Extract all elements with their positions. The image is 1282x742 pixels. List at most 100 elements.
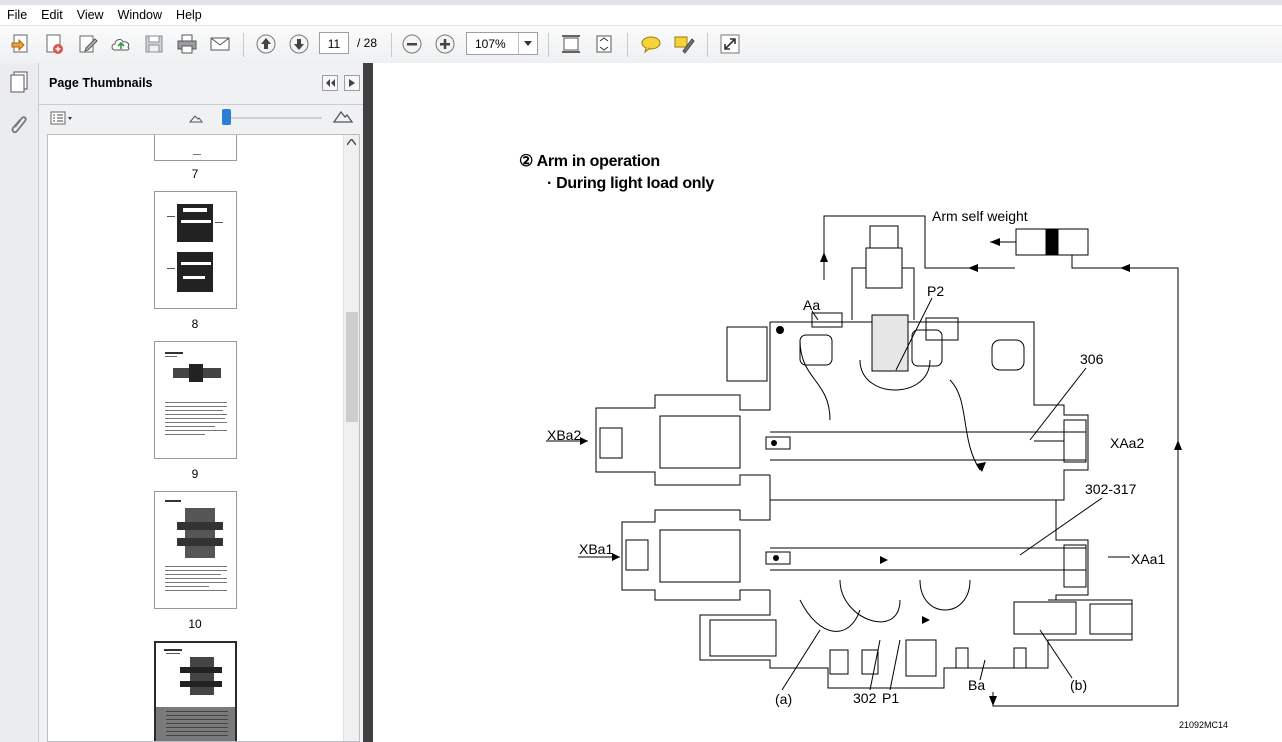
create-pdf-icon (46, 34, 63, 54)
toolbar-separator (391, 33, 392, 57)
email-icon (210, 37, 230, 51)
label-306: 306 (1080, 351, 1104, 367)
edit-icon (79, 35, 98, 53)
toolbar-separator (627, 33, 628, 57)
minus-icon (402, 34, 422, 54)
menu-edit[interactable]: Edit (34, 5, 70, 25)
panel-splitter[interactable] (363, 63, 373, 742)
panel-tools (39, 105, 363, 133)
collapse-panel-button[interactable] (322, 75, 338, 91)
label-xba2: XBa2 (547, 427, 581, 443)
thumbnail-size-slider[interactable] (222, 109, 231, 125)
thumbnail-size-track (222, 117, 322, 119)
chevron-up-icon[interactable] (347, 139, 356, 145)
page-total: / 28 (357, 36, 378, 50)
hydraulic-valve-diagram: Arm self weight Aa P2 306 XBa2 XAa2 302-… (546, 208, 1228, 730)
mountain-large-icon (332, 110, 354, 123)
fit-width-button[interactable] (558, 32, 584, 56)
label-302: 302 (853, 690, 877, 706)
highlight-button[interactable] (671, 32, 697, 56)
menu-help[interactable]: Help (169, 5, 209, 25)
label-xba1: XBa1 (579, 541, 613, 557)
print-button[interactable] (174, 32, 200, 56)
menu-view[interactable]: View (70, 5, 111, 25)
chevron-down-icon[interactable] (518, 33, 537, 54)
thumbnail-label: 7 (191, 167, 199, 181)
highlighter-icon (674, 36, 695, 54)
thumbnail-label: 9 (191, 467, 199, 481)
thumbnails-scrollbar[interactable] (343, 135, 359, 741)
pages-icon (10, 71, 28, 93)
fit-width-icon (562, 35, 580, 53)
email-button[interactable] (207, 32, 233, 56)
enlarge-thumbnails-button[interactable] (332, 109, 354, 126)
label-b: (b) (1070, 677, 1087, 693)
label-p2: P2 (927, 283, 944, 299)
zoom-select[interactable]: 107% (466, 32, 538, 55)
save-button[interactable] (141, 32, 167, 56)
chevron-right-icon (349, 79, 355, 87)
panel-header: Page Thumbnails (39, 63, 363, 105)
label-302-317: 302-317 (1085, 481, 1137, 497)
attachments-button[interactable] (6, 112, 32, 138)
previous-page-button[interactable] (253, 32, 279, 56)
label-xaa1: XAa1 (1131, 551, 1165, 567)
zoom-value: 107% (475, 37, 506, 51)
zoom-in-button[interactable] (432, 32, 458, 56)
plus-icon (435, 34, 455, 54)
mountain-small-icon (188, 115, 203, 123)
toolbar-separator (707, 33, 708, 57)
next-page-button[interactable] (286, 32, 312, 56)
panel-options-button[interactable] (344, 75, 360, 91)
zoom-out-button[interactable] (399, 32, 425, 56)
label-aa: Aa (803, 297, 820, 313)
comment-icon (641, 36, 661, 54)
label-p1: P1 (882, 690, 899, 706)
comment-button[interactable] (638, 32, 664, 56)
thumbnails-list: 7 8 9 10 (47, 134, 360, 742)
thumbnail-page-8[interactable] (154, 191, 237, 309)
upload-button[interactable] (108, 32, 134, 56)
open-button[interactable] (8, 32, 34, 56)
expand-icon (720, 34, 740, 54)
label-a: (a) (775, 691, 792, 707)
create-pdf-button[interactable] (41, 32, 67, 56)
full-screen-button[interactable] (717, 32, 743, 56)
thumbnail-label: 10 (188, 617, 202, 631)
document-view: ② Arm in operation · During light load o… (373, 63, 1282, 742)
arrow-up-icon (256, 34, 276, 54)
open-icon (11, 34, 28, 53)
toolbar: 11 / 28 107% (0, 25, 1282, 64)
thumbnail-page-9[interactable] (154, 341, 237, 459)
options-menu-button[interactable] (50, 110, 74, 126)
menu-bar: File Edit View Window Help (0, 5, 1282, 25)
shrink-thumbnails-button[interactable] (188, 112, 203, 126)
thumbnail-page-11-selected[interactable] (154, 641, 237, 741)
label-ba: Ba (968, 677, 985, 693)
save-icon (145, 35, 163, 53)
fit-page-icon (596, 35, 612, 53)
navigation-rail (0, 63, 39, 742)
fit-page-button[interactable] (591, 32, 617, 56)
panel-title: Page Thumbnails (49, 76, 153, 90)
cloud-upload-icon (111, 39, 130, 51)
page-number-input[interactable]: 11 (319, 32, 349, 54)
list-options-icon (50, 111, 72, 125)
menu-file[interactable]: File (0, 5, 34, 25)
label-arm-self-weight: Arm self weight (932, 208, 1028, 224)
menu-window[interactable]: Window (111, 5, 169, 25)
thumbnail-label: 8 (191, 317, 199, 331)
edit-button[interactable] (75, 32, 101, 56)
label-xaa2: XAa2 (1110, 435, 1144, 451)
thumbnail-page-10[interactable] (154, 491, 237, 609)
thumbnail-page-7[interactable] (154, 135, 237, 161)
page-thumbnails-button[interactable] (6, 69, 32, 95)
arrow-down-icon (289, 34, 309, 54)
figure-code: 21092MC14 (1179, 720, 1228, 730)
scrollbar-thumb[interactable] (346, 312, 358, 422)
paperclip-icon (11, 116, 27, 134)
toolbar-separator (243, 33, 244, 57)
print-icon (177, 34, 197, 54)
toolbar-separator (548, 33, 549, 57)
double-chevron-left-icon (326, 79, 335, 87)
